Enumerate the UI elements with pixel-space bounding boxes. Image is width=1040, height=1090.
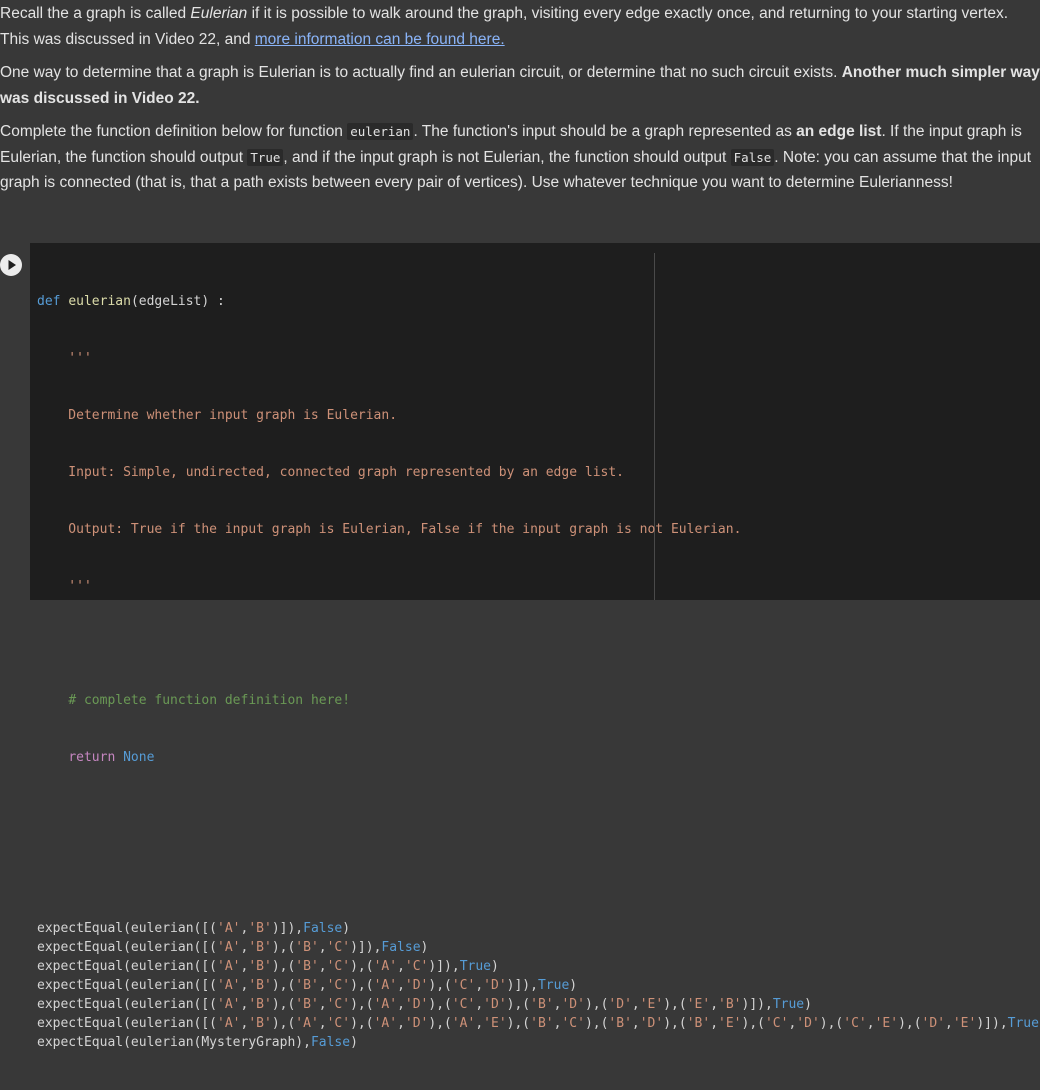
expected-value: True xyxy=(459,959,491,974)
run-cell-button[interactable] xyxy=(0,254,22,276)
inline-code-eulerian: eulerian xyxy=(347,123,414,140)
expected-value: False xyxy=(381,940,421,955)
code-line-def: def eulerian(edgeList) : xyxy=(37,292,1040,311)
expected-value: True xyxy=(1007,1016,1039,1031)
test-call: expectEqual(eulerian([('A','B'),('B','C'… xyxy=(37,959,460,974)
test-call: expectEqual(eulerian([('A','B'),('B','C'… xyxy=(37,997,773,1012)
cell-gutter xyxy=(0,243,30,600)
test-line: expectEqual(eulerian([('A','B'),('B','C'… xyxy=(37,940,429,955)
docstring-line: Input: Simple, undirected, connected gra… xyxy=(37,465,624,480)
test-line: expectEqual(eulerian([('A','B'),('B','C'… xyxy=(37,959,499,974)
eulerian-term: Eulerian xyxy=(190,5,248,22)
docstring-close: ''' xyxy=(37,579,92,594)
test-calls: expectEqual(eulerian([('A','B')]),False)… xyxy=(37,919,1040,1052)
task-text-4: , and if the input graph is not Eulerian… xyxy=(283,148,731,166)
docstring-line: Output: True if the input graph is Euler… xyxy=(37,522,742,537)
expected-value: True xyxy=(537,978,570,993)
inline-code-true: True xyxy=(247,148,284,166)
test-line: expectEqual(eulerian([('A','B'),('A','C'… xyxy=(37,1014,1040,1033)
return-keyword: return xyxy=(68,750,116,765)
markdown-cell: Recall the a graph is called Eulerian if… xyxy=(0,0,1040,243)
test-line: expectEqual(eulerian([('A','B'),('B','C'… xyxy=(37,997,812,1012)
task-text-2: . The function's input should be a graph… xyxy=(413,123,797,140)
code-editor[interactable]: def eulerian(edgeList) : ''' Determine w… xyxy=(37,254,1040,1090)
test-call: expectEqual(eulerian(MysteryGraph), xyxy=(37,1035,311,1050)
test-line: expectEqual(eulerian([('A','B')]),False) xyxy=(37,921,351,936)
comment: # complete function definition here! xyxy=(68,693,351,708)
docstring-open: ''' xyxy=(37,351,92,366)
expected-value: False xyxy=(310,1035,351,1050)
edge-list-bold: an edge list xyxy=(796,123,882,140)
test-line: expectEqual(eulerian([('A','B'),('B','C'… xyxy=(37,978,578,993)
function-signature: (edgeList) : xyxy=(130,294,225,309)
intro-text: Recall the a graph is called xyxy=(0,5,191,22)
test-call: expectEqual(eulerian([('A','B'),('A','C'… xyxy=(37,1016,1008,1031)
expected-value: True xyxy=(772,997,805,1012)
test-line: expectEqual(eulerian(MysteryGraph),False… xyxy=(37,1035,358,1050)
more-info-link[interactable]: more information can be found here. xyxy=(255,31,505,48)
intro-paragraph: Recall the a graph is called Eulerian if… xyxy=(0,1,1040,52)
method-text: One way to determine that a graph is Eul… xyxy=(0,64,842,81)
task-text: Complete the function definition below f… xyxy=(0,123,348,140)
return-value: None xyxy=(123,750,155,765)
inline-code-false: False xyxy=(730,148,775,166)
code-cell[interactable]: def eulerian(edgeList) : ''' Determine w… xyxy=(0,243,1040,1050)
function-name: eulerian xyxy=(68,294,131,309)
expected-value: False xyxy=(303,921,343,936)
test-call: expectEqual(eulerian([('A','B')]), xyxy=(37,921,304,936)
test-call: expectEqual(eulerian([('A','B'),('B','C'… xyxy=(37,978,538,993)
task-paragraph: Complete the function definition below f… xyxy=(0,119,1040,196)
code-line-comment: # complete function definition here! xyxy=(37,691,1040,710)
docstring-line: Determine whether input graph is Euleria… xyxy=(37,408,398,423)
method-paragraph: One way to determine that a graph is Eul… xyxy=(0,60,1040,111)
def-keyword: def xyxy=(37,294,61,309)
play-icon xyxy=(8,260,16,270)
test-call: expectEqual(eulerian([('A','B'),('B','C'… xyxy=(37,940,382,955)
code-line-return: return None xyxy=(37,748,1040,767)
